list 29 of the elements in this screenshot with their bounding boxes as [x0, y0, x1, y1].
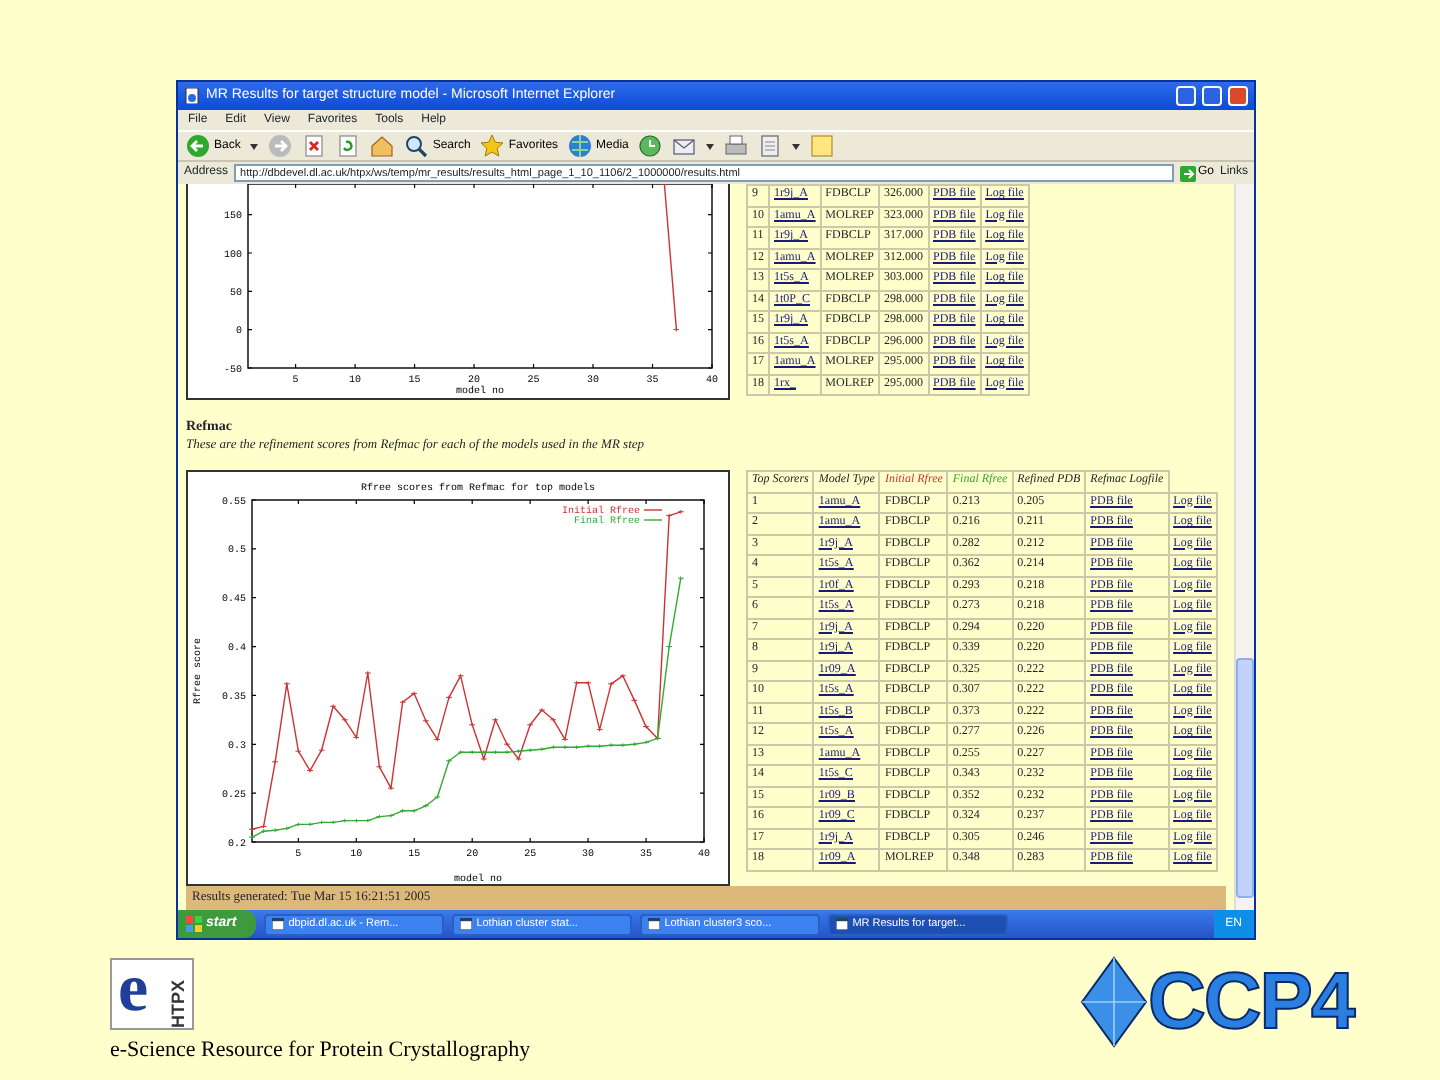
- search-icon: [404, 134, 429, 158]
- note-icon: [810, 134, 835, 158]
- mail-icon: [672, 134, 697, 158]
- document-icon: [758, 134, 783, 158]
- mail-button[interactable]: [672, 134, 697, 158]
- windows-logo-icon: [186, 916, 202, 932]
- slide-caption: e-Science Resource for Protein Crystallography: [110, 1036, 531, 1066]
- refresh-button[interactable]: [336, 134, 361, 158]
- home-icon: [370, 134, 395, 158]
- window-icon: [272, 918, 285, 930]
- document-button[interactable]: [758, 134, 783, 158]
- scrollbar[interactable]: [1234, 184, 1254, 910]
- window-icon: [460, 918, 473, 930]
- page-icon: [184, 88, 200, 104]
- go-arrow-icon: [1179, 165, 1196, 181]
- globe-icon: [568, 134, 593, 158]
- home-button[interactable]: [370, 134, 395, 158]
- close-button[interactable]: [1228, 86, 1248, 106]
- star-icon: [480, 134, 505, 158]
- printer-button[interactable]: [724, 134, 749, 158]
- stop-button[interactable]: [302, 134, 327, 158]
- logo-word: HTPX: [165, 977, 189, 1028]
- minimize-button[interactable]: [1176, 86, 1196, 106]
- brand-wordmark: CCP4: [1148, 958, 1354, 1046]
- maximize-button[interactable]: [1202, 86, 1222, 106]
- window-icon: [836, 918, 849, 930]
- diamond-icon: [1080, 956, 1148, 1048]
- logo-letter: e: [116, 960, 149, 1028]
- window-icon: [648, 918, 661, 930]
